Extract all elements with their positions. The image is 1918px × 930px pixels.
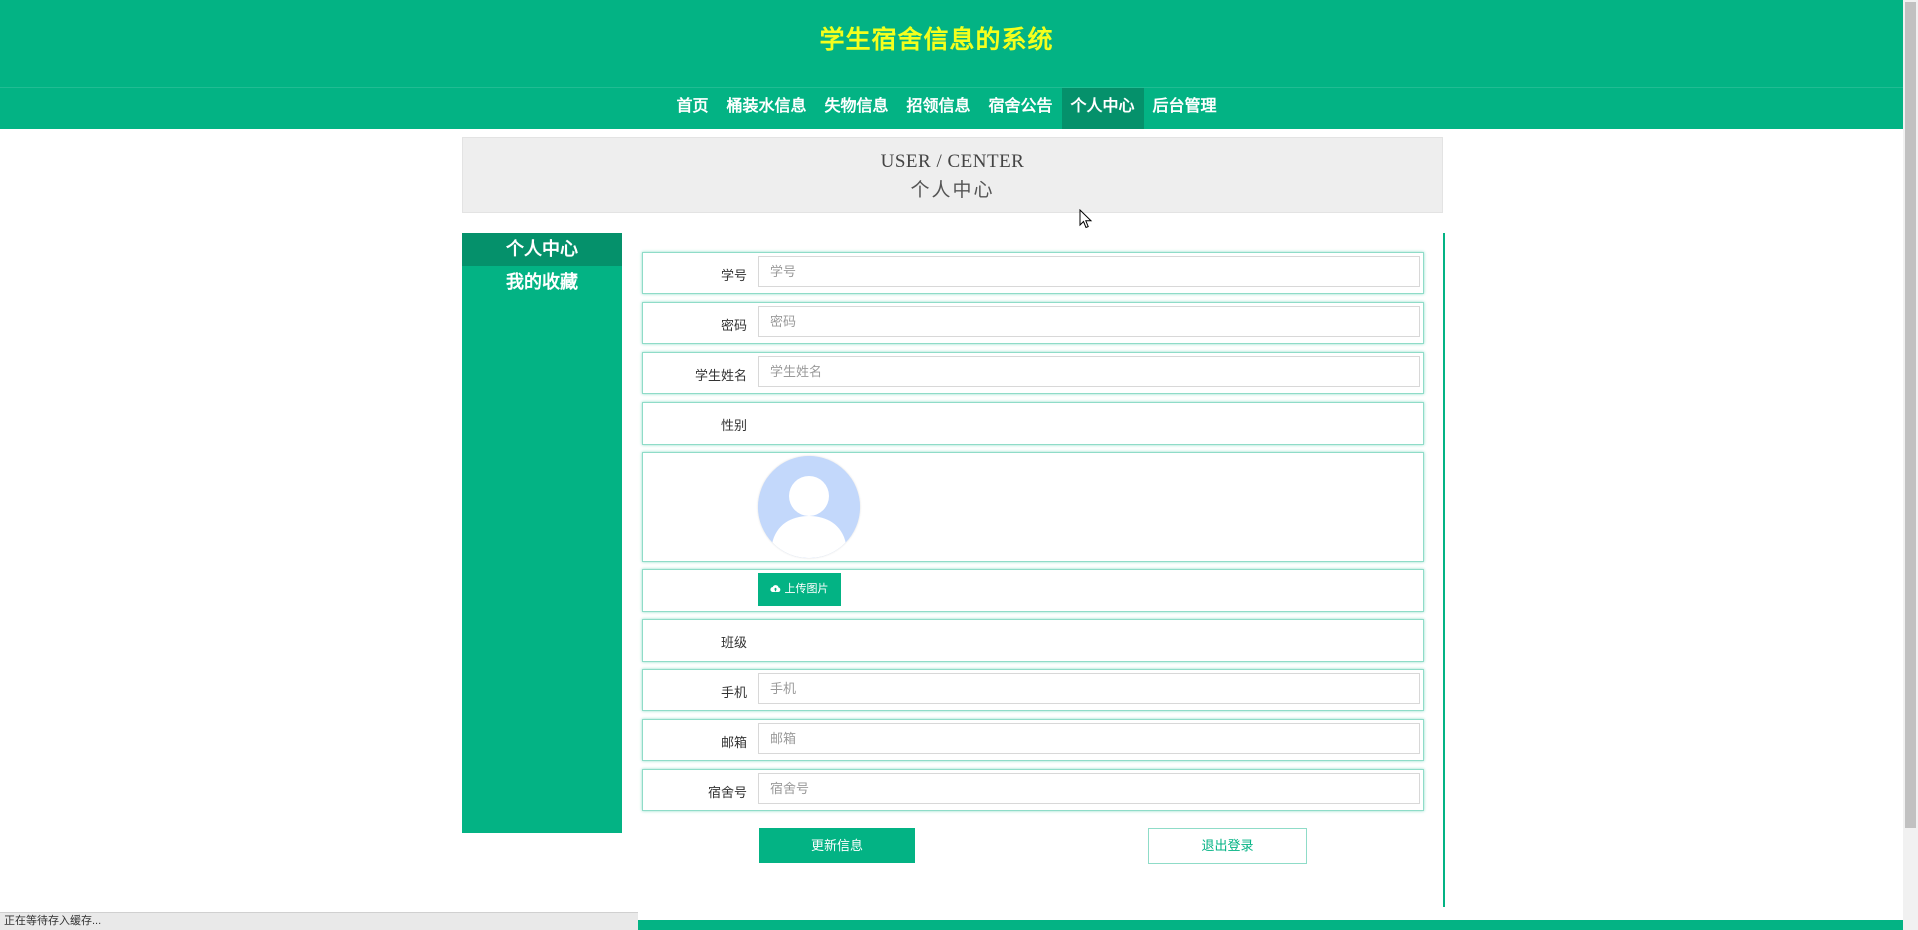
browser-status-bar: 正在等待存入缓存... (0, 912, 638, 930)
user-silhouette-icon (758, 456, 860, 558)
nav-item-lost[interactable]: 失物信息 (815, 88, 897, 129)
form-row-student-id: 学号 (642, 252, 1424, 294)
student-name-input[interactable] (758, 356, 1420, 387)
nav-item-user-center[interactable]: 个人中心 (1061, 88, 1144, 129)
logout-button[interactable]: 退出登录 (1148, 828, 1307, 864)
password-input[interactable] (758, 306, 1420, 337)
footer-strip (638, 920, 1903, 930)
form-row-student-name: 学生姓名 (642, 352, 1424, 394)
site-header: 学生宿舍信息的系统 首页 桶装水信息 失物信息 招领信息 宿舍公告 个人中心 后… (0, 0, 1903, 129)
upload-image-button[interactable]: 上传图片 (758, 573, 841, 606)
scrollbar-thumb[interactable] (1905, 2, 1916, 828)
email-input[interactable] (758, 723, 1420, 754)
dorm-label: 宿舍号 (707, 785, 747, 800)
page-scrollbar[interactable] (1903, 0, 1918, 930)
nav-item-notice[interactable]: 宿舍公告 (980, 88, 1062, 129)
banner-title-cn: 个人中心 (910, 180, 995, 201)
avatar (758, 456, 860, 558)
sidebar: 个人中心 我的收藏 (462, 233, 622, 833)
nav-item-found[interactable]: 招领信息 (897, 88, 979, 129)
main-nav: 首页 桶装水信息 失物信息 招领信息 宿舍公告 个人中心 后台管理 (0, 88, 1903, 129)
password-label: 密码 (720, 318, 747, 333)
page-banner: USER / CENTER 个人中心 (462, 137, 1443, 213)
form-row-email: 邮箱 (642, 719, 1424, 761)
phone-label: 手机 (720, 685, 747, 700)
dorm-input[interactable] (758, 773, 1420, 804)
form-row-dorm: 宿舍号 (642, 769, 1424, 811)
nav-item-home[interactable]: 首页 (667, 88, 717, 129)
site-title: 学生宿舍信息的系统 (819, 26, 1054, 54)
gender-label: 性别 (720, 418, 747, 433)
update-info-button[interactable]: 更新信息 (759, 828, 915, 863)
student-name-label: 学生姓名 (694, 368, 747, 383)
upload-image-label: 上传图片 (784, 583, 829, 595)
phone-input[interactable] (758, 673, 1420, 704)
email-label: 邮箱 (720, 735, 747, 750)
main-border-line (1443, 233, 1445, 907)
nav-item-admin[interactable]: 后台管理 (1144, 88, 1226, 129)
banner-title-en: USER / CENTER (880, 151, 1025, 172)
form-row-upload: 上传图片 (642, 569, 1424, 612)
form-row-phone: 手机 (642, 669, 1424, 711)
class-label: 班级 (720, 635, 747, 650)
sidebar-item-favorites[interactable]: 我的收藏 (462, 266, 622, 299)
student-id-input[interactable] (758, 256, 1420, 287)
cloud-upload-icon (770, 583, 784, 595)
form-row-avatar (642, 452, 1424, 562)
nav-item-water[interactable]: 桶装水信息 (717, 88, 815, 129)
form-row-password: 密码 (642, 302, 1424, 344)
mouse-cursor-icon (1079, 208, 1093, 234)
form-row-gender: 性别 (642, 402, 1424, 445)
sidebar-item-user-center[interactable]: 个人中心 (462, 233, 622, 266)
form-row-class: 班级 (642, 619, 1424, 662)
student-id-label: 学号 (720, 268, 747, 283)
